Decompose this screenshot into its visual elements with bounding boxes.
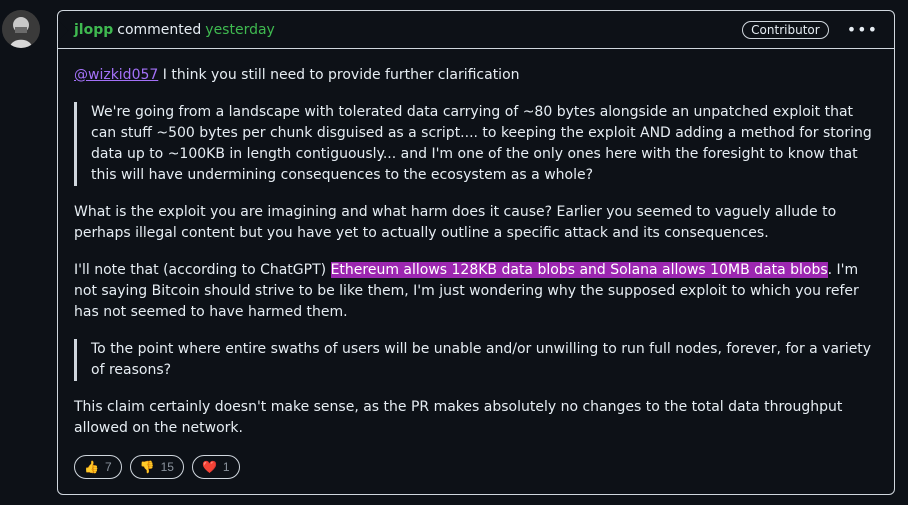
paragraph-2: What is the exploit you are imagining an…: [74, 204, 837, 241]
reaction-count: 1: [222, 460, 230, 474]
paragraph-1-text: I think you still need to provide furthe…: [158, 67, 520, 83]
reactions-bar: 👍 7 👎 15 ❤️ 1: [74, 455, 878, 479]
avatar[interactable]: [2, 10, 40, 48]
thumbs-down-icon: 👎: [139, 460, 155, 474]
comment-body: @wizkid057 I think you still need to pro…: [58, 49, 894, 479]
reaction-heart-button[interactable]: ❤️ 1: [191, 455, 240, 479]
contributor-badge: Contributor: [742, 20, 829, 39]
paragraph-4: This claim certainly doesn't make sense,…: [74, 399, 843, 436]
reaction-thumbs-up-button[interactable]: 👍 7: [74, 455, 122, 479]
comment-box: jlopp commented yesterday Contributor ••…: [57, 10, 895, 495]
author-link[interactable]: jlopp: [74, 22, 113, 38]
heart-icon: ❤️: [201, 460, 217, 474]
comment-header: jlopp commented yesterday Contributor ••…: [58, 11, 894, 49]
reaction-count: 15: [160, 460, 174, 474]
reaction-thumbs-down-button[interactable]: 👎 15: [129, 455, 184, 479]
blockquote-2: To the point where entire swaths of user…: [74, 339, 878, 381]
paragraph-3: I'll note that (according to ChatGPT) Et…: [74, 260, 878, 323]
comment-time[interactable]: yesterday: [205, 22, 275, 38]
highlighted-text: Ethereum allows 128KB data blobs and Sol…: [330, 262, 828, 278]
comment-action: commented: [117, 21, 202, 38]
thumbs-up-icon: 👍: [84, 460, 99, 474]
paragraph-1: @wizkid057 I think you still need to pro…: [74, 65, 878, 86]
reaction-count: 7: [104, 460, 112, 474]
user-mention-link[interactable]: @wizkid057: [74, 67, 158, 83]
kebab-menu-icon[interactable]: •••: [847, 20, 878, 39]
paragraph-3-text-before: I'll note that (according to ChatGPT): [74, 262, 331, 278]
blockquote-1: We're going from a landscape with tolera…: [74, 102, 878, 186]
